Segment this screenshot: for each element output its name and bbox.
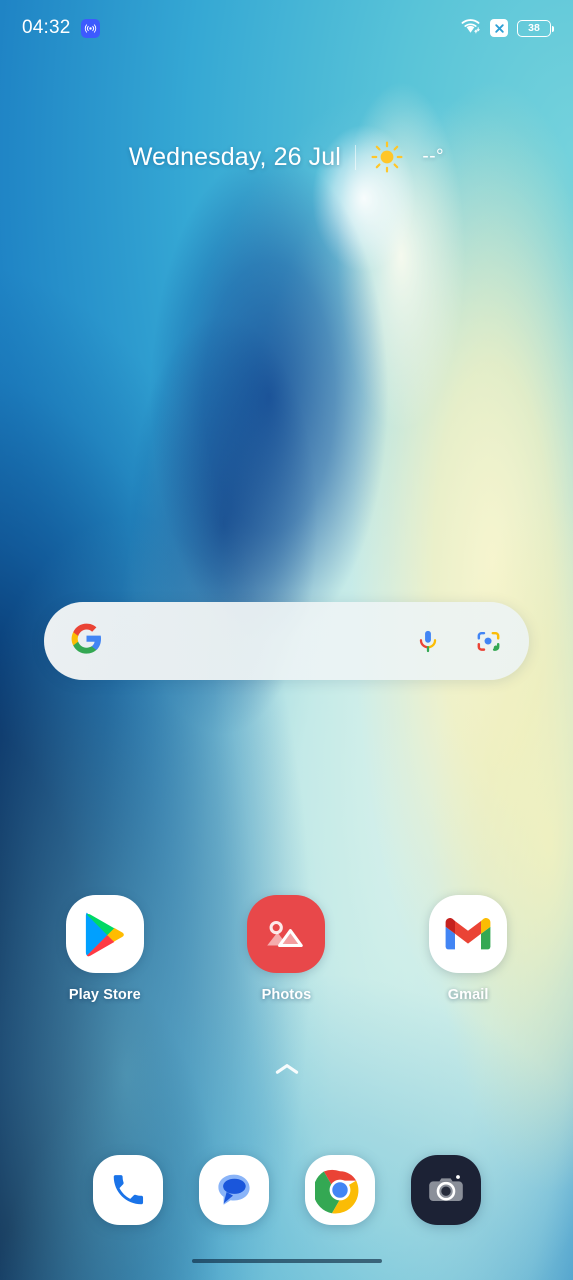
battery-level-label: 38 [528,21,540,34]
app-label: Photos [261,987,312,1003]
phone-icon [92,1155,163,1225]
app-item-play-store[interactable]: Play Store [35,895,175,1003]
status-bar[interactable]: 04:32 38 [0,0,573,56]
status-bar-right: 38 [460,17,555,40]
gmail-icon[interactable] [429,895,508,973]
date-weather-widget[interactable]: Wednesday, 26 Jul --° [0,140,573,174]
microphone-icon[interactable] [413,626,443,656]
search-bar-actions [413,626,503,656]
chrome-icon [304,1155,375,1225]
app-label: Gmail [447,987,489,1003]
date-label[interactable]: Wednesday, 26 Jul [129,143,341,172]
app-item-gmail[interactable]: Gmail [398,895,538,1003]
camera-icon [410,1155,481,1225]
google-lens-icon[interactable] [473,626,503,656]
dock-item-chrome[interactable] [304,1155,375,1225]
gesture-handle[interactable] [191,1258,382,1264]
sun-icon [370,140,404,174]
no-sim-x-icon [490,19,508,37]
icon-background [65,895,144,973]
app-item-photos[interactable]: Photos [216,895,356,1003]
app-drawer-handle[interactable] [0,1062,573,1081]
home-app-grid: Play Store Photos Gmail [0,895,573,1003]
app-label: Play Store [68,987,141,1003]
gesture-nav-bar[interactable] [0,1242,573,1280]
icon-background [429,895,508,973]
dock [0,1155,573,1225]
broadcast-icon [80,18,100,38]
status-bar-left: 04:32 [22,17,100,39]
dock-item-phone[interactable] [92,1155,163,1225]
status-bar-clock: 04:32 [22,17,71,38]
dock-item-messages[interactable] [198,1155,269,1225]
temperature-label: --° [422,146,445,167]
google-search-bar[interactable] [44,602,529,680]
widget-divider [354,144,357,170]
dock-item-camera[interactable] [410,1155,481,1225]
play-store-icon[interactable] [65,895,144,973]
battery-icon: 38 [517,19,555,37]
photos-gallery-icon[interactable] [247,895,326,973]
chevron-up-icon[interactable] [274,1062,300,1081]
wifi-icon [460,17,481,40]
google-g-icon [70,622,103,660]
icon-background [247,895,326,973]
messages-icon [198,1155,269,1225]
search-input[interactable] [103,602,413,680]
